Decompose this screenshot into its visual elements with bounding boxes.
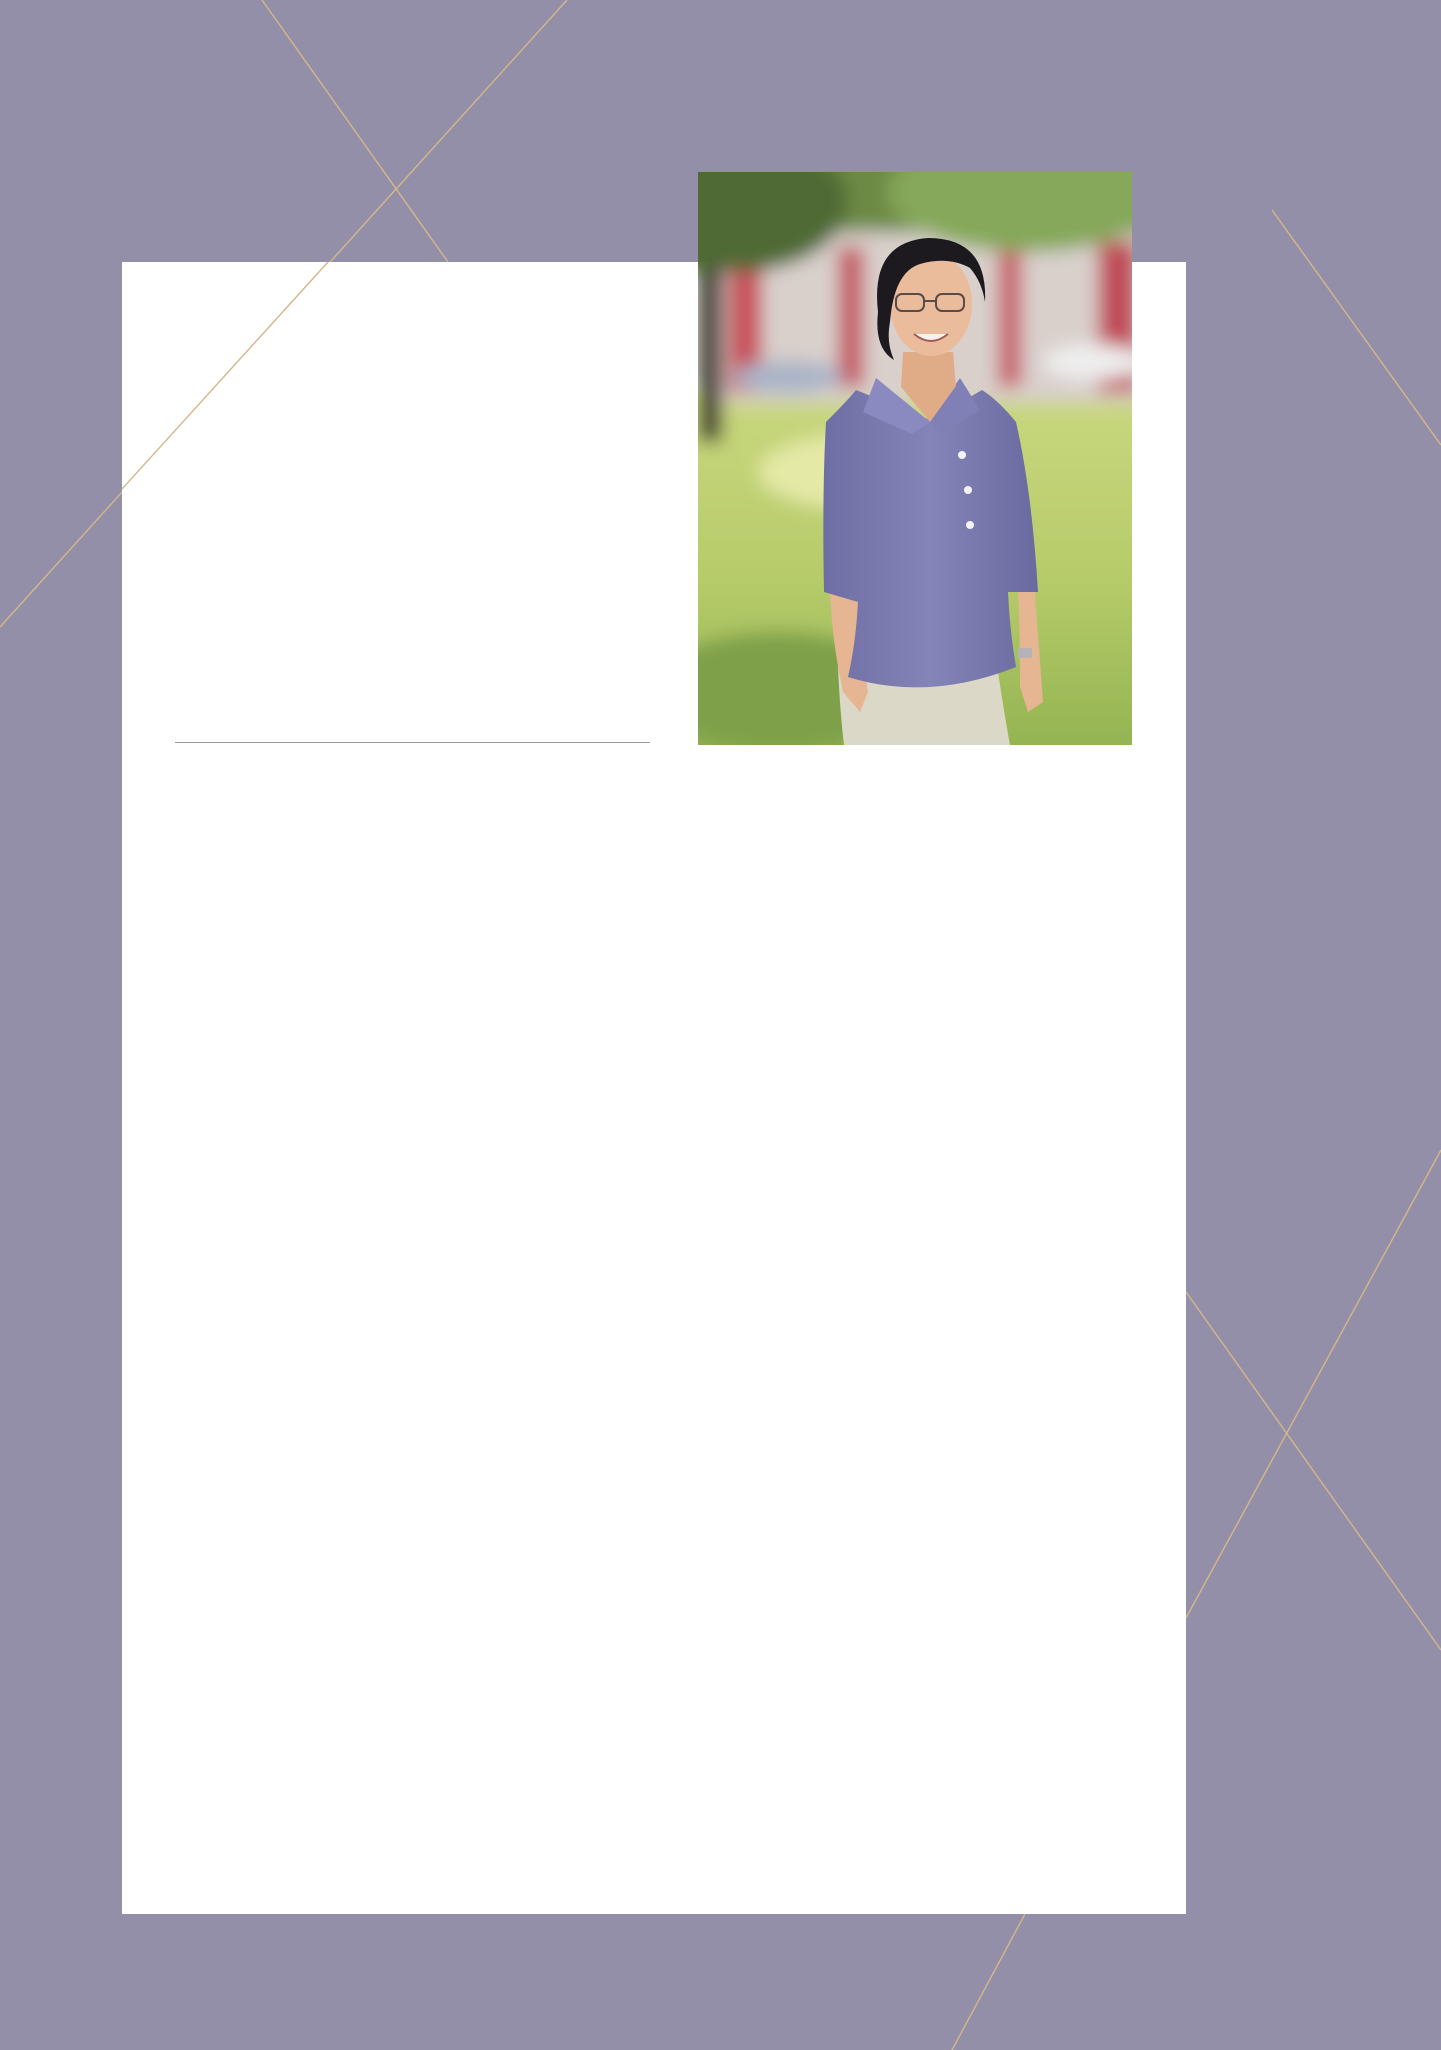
photo-car: [733, 361, 843, 393]
portrait-photo: [698, 172, 1132, 745]
photo-pillar: [998, 247, 1022, 387]
portrait-photo-icon: [698, 172, 1132, 745]
photo-pillar: [838, 247, 864, 387]
title-rule: [175, 742, 650, 743]
